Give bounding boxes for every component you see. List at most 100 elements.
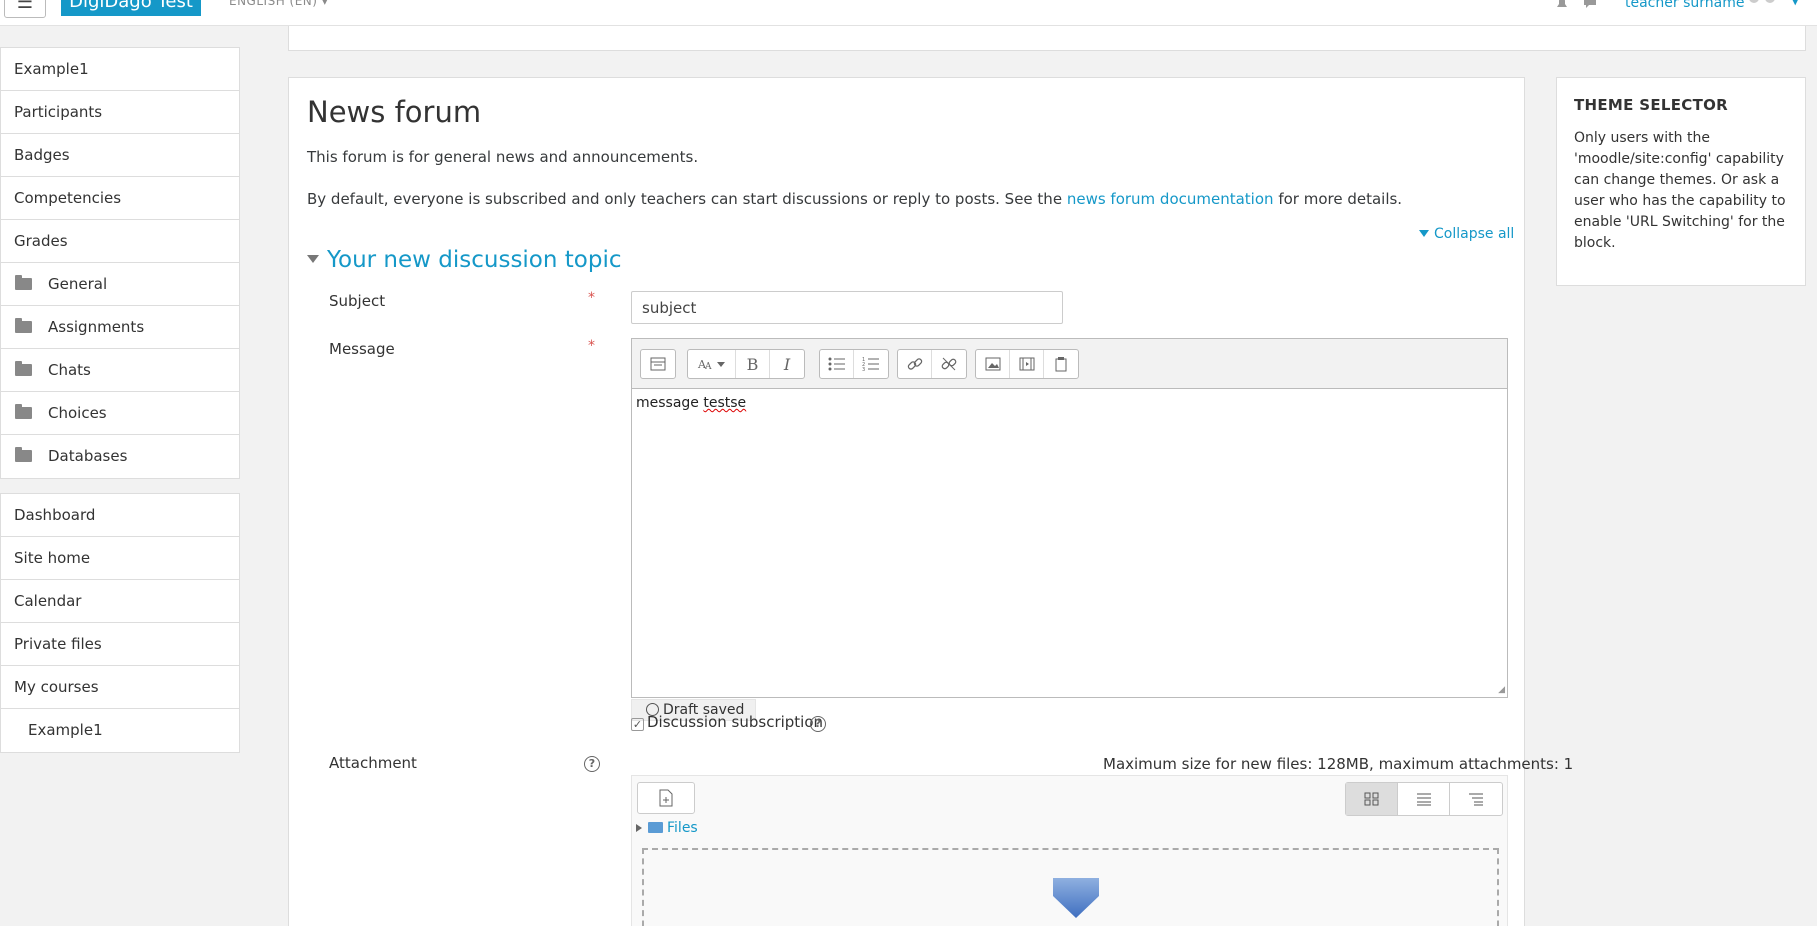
user-menu-name[interactable]: teacher surname	[1625, 0, 1744, 11]
sidebar-item-assignments[interactable]: Assignments	[1, 306, 239, 349]
collapse-all-label: Collapse all	[1434, 226, 1515, 242]
message-editor: AA B I 123 message testse ◢	[631, 338, 1508, 698]
notification-icon[interactable]	[1554, 0, 1570, 10]
sidebar-item-label: Choices	[48, 404, 107, 422]
message-textarea[interactable]: message testse	[632, 389, 1507, 697]
theme-selector-block: THEME SELECTOR Only users with the 'mood…	[1556, 77, 1806, 286]
sidebar-item-choices[interactable]: Choices	[1, 392, 239, 435]
help-icon[interactable]: ?	[584, 756, 600, 772]
page-header-strip	[288, 26, 1806, 51]
description-text-end: for more details.	[1273, 190, 1403, 208]
menu-toggle-button[interactable]: ☰	[4, 0, 46, 18]
link-button[interactable]	[898, 350, 932, 378]
ordered-list-button[interactable]: 123	[854, 350, 888, 378]
attachment-label: Attachment	[329, 754, 417, 772]
folder-icon	[15, 404, 32, 419]
site-nav-block: Dashboard Site home Calendar Private fil…	[0, 493, 240, 753]
arrow-down-icon	[1051, 878, 1101, 924]
toolbar-toggle-button[interactable]	[641, 350, 675, 378]
sidebar-item-label: Databases	[48, 447, 128, 465]
svg-text:A: A	[704, 362, 712, 371]
description-text: By default, everyone is subscribed and o…	[307, 190, 1067, 208]
top-navbar: ☰ DigiDago Test ENGLISH (EN) ▾ teacher s…	[0, 0, 1817, 26]
tree-view-button[interactable]	[1450, 783, 1502, 815]
files-label: Files	[667, 820, 698, 836]
bold-button[interactable]: B	[736, 350, 770, 378]
editor-toolbar: AA B I 123	[632, 339, 1507, 389]
chevron-down-icon[interactable]: ▼	[1791, 0, 1799, 7]
page-title: News forum	[307, 95, 482, 129]
unlink-button[interactable]	[932, 350, 966, 378]
messages-icon[interactable]	[1582, 0, 1598, 10]
caret-down-icon	[307, 255, 319, 263]
subject-input[interactable]	[631, 291, 1063, 324]
forum-description: By default, everyone is subscribed and o…	[307, 190, 1402, 208]
sidebar-item-competencies[interactable]: Competencies	[1, 177, 239, 220]
sidebar-item-label: General	[48, 275, 108, 293]
required-icon: *	[588, 290, 595, 306]
italic-button[interactable]: I	[770, 350, 804, 378]
help-icon[interactable]: ?	[810, 716, 826, 732]
sidebar-item-label: Chats	[48, 361, 91, 379]
toolbar-group-links	[897, 349, 967, 379]
sidebar-item-label: Assignments	[48, 318, 145, 336]
chevron-down-icon: ▾	[321, 0, 329, 8]
site-brand[interactable]: DigiDago Test	[61, 0, 201, 16]
folder-icon	[15, 447, 32, 462]
section-title: Your new discussion topic	[327, 247, 622, 273]
news-forum-documentation-link[interactable]: news forum documentation	[1067, 190, 1274, 208]
resize-handle-icon[interactable]: ◢	[1498, 685, 1505, 695]
discussion-subscription-checkbox[interactable]: ✓ Discussion subscription	[631, 713, 823, 731]
main-content: News forum This forum is for general new…	[288, 77, 1573, 926]
sidebar-item-example1[interactable]: Example1	[1, 48, 239, 91]
sidebar-item-site-home[interactable]: Site home	[1, 537, 239, 580]
caret-right-icon	[636, 824, 642, 832]
file-dropzone[interactable]	[642, 848, 1499, 926]
insert-media-button[interactable]	[1010, 350, 1044, 378]
required-icon: *	[588, 338, 595, 354]
course-nav-block: Example1 Participants Badges Competencie…	[0, 47, 240, 479]
view-mode-toggle	[1345, 782, 1503, 816]
sidebar-item-calendar[interactable]: Calendar	[1, 580, 239, 623]
collapse-all-link[interactable]: Collapse all	[1419, 226, 1514, 242]
add-file-button[interactable]	[637, 782, 695, 814]
folder-icon	[15, 361, 32, 376]
sidebar-item-participants[interactable]: Participants	[1, 91, 239, 134]
sidebar-item-databases[interactable]: Databases	[1, 435, 239, 478]
sidebar-item-private-files[interactable]: Private files	[1, 623, 239, 666]
toolbar-group-style: AA B I	[687, 349, 805, 379]
toolbar-group-media	[975, 349, 1079, 379]
files-folder-toggle[interactable]: Files	[636, 820, 698, 836]
sidebar-item-chats[interactable]: Chats	[1, 349, 239, 392]
checkbox-icon[interactable]: ✓	[631, 718, 644, 731]
svg-text:3: 3	[862, 367, 865, 371]
caret-down-icon	[1419, 230, 1429, 237]
file-manager: Files	[631, 775, 1508, 926]
language-label: ENGLISH (EN)	[229, 0, 318, 8]
section-toggle[interactable]: Your new discussion topic	[307, 247, 622, 273]
sidebar-item-general[interactable]: General	[1, 263, 239, 306]
manage-files-button[interactable]	[1044, 350, 1078, 378]
forum-intro: This forum is for general news and annou…	[307, 148, 699, 166]
language-menu[interactable]: ENGLISH (EN) ▾	[229, 0, 328, 8]
unordered-list-button[interactable]	[820, 350, 854, 378]
folder-icon	[15, 318, 32, 333]
folder-icon	[15, 275, 32, 290]
insert-image-button[interactable]	[976, 350, 1010, 378]
message-label: Message	[329, 340, 395, 358]
paragraph-styles-button[interactable]: AA	[688, 350, 736, 378]
sidebar-item-badges[interactable]: Badges	[1, 134, 239, 177]
italic-icon: I	[783, 354, 791, 374]
sidebar-item-example1-course[interactable]: Example1	[1, 709, 239, 752]
sidebar-item-my-courses[interactable]: My courses	[1, 666, 239, 709]
max-size-note: Maximum size for new files: 128MB, maxim…	[1103, 755, 1574, 773]
user-avatar-icon[interactable]	[1745, 0, 1781, 10]
sidebar-item-dashboard[interactable]: Dashboard	[1, 494, 239, 537]
subscription-label: Discussion subscription	[647, 713, 824, 731]
icon-view-button[interactable]	[1346, 783, 1398, 815]
misspelled-word: testse	[703, 395, 747, 411]
sidebar-item-grades[interactable]: Grades	[1, 220, 239, 263]
block-text: Only users with the 'moodle/site:config'…	[1574, 130, 1786, 251]
list-view-button[interactable]	[1398, 783, 1450, 815]
block-title: THEME SELECTOR	[1574, 96, 1729, 114]
